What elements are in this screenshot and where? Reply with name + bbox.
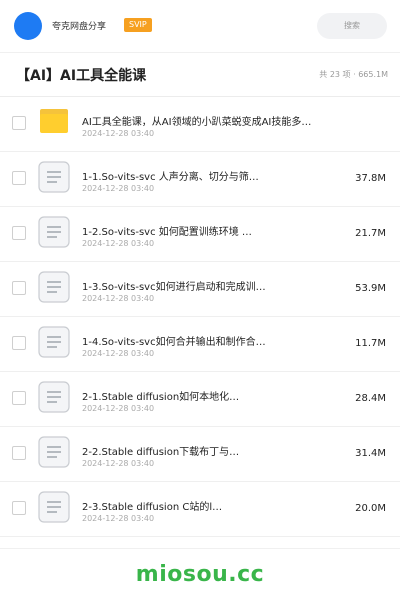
list-item[interactable]: 2-1.Stable diffusion如何本地化… 2024-12-28 03… — [0, 372, 400, 427]
file-date: 2024-12-28 03:40 — [82, 129, 155, 138]
list-item[interactable]: 1-4.So-vits-svc如何合并输出和制作合… 2024-12-28 03… — [0, 317, 400, 372]
watermark: miosou.cc — [135, 562, 265, 587]
document-icon — [38, 491, 70, 523]
select-checkbox[interactable] — [12, 391, 26, 405]
select-checkbox[interactable] — [12, 116, 26, 130]
file-size: 31.4M — [355, 448, 386, 459]
site-name: 夸克网盘分享 — [52, 22, 107, 32]
list-item[interactable]: 1-1.So-vits-svc 人声分离、切分与筛… 2024-12-28 03… — [0, 152, 400, 207]
select-checkbox[interactable] — [12, 446, 26, 460]
footer-divider — [0, 548, 400, 549]
file-size: 28.4M — [355, 393, 386, 404]
file-name: 2-1.Stable diffusion如何本地化… — [82, 392, 240, 403]
list-item[interactable]: AI工具全能课，从AI领域的小趴菜蜕变成AI技能多… 2024-12-28 03… — [0, 97, 400, 152]
file-name: 1-3.So-vits-svc如何进行启动和完成训… — [82, 282, 266, 293]
select-checkbox[interactable] — [12, 501, 26, 515]
list-item[interactable]: 2-3.Stable diffusion C站的l… 2024-12-28 03… — [0, 482, 400, 537]
file-name: 1-1.So-vits-svc 人声分离、切分与筛… — [82, 172, 259, 183]
select-checkbox[interactable] — [12, 226, 26, 240]
document-icon — [38, 271, 70, 303]
document-icon — [38, 216, 70, 248]
file-size: 20.0M — [355, 503, 386, 514]
svip-badge: SVIP — [124, 18, 152, 32]
file-date: 2024-12-28 03:40 — [82, 404, 155, 413]
top-header: 夸克网盘分享 SVIP 搜索 — [0, 0, 400, 53]
document-icon — [38, 326, 70, 358]
document-icon — [38, 436, 70, 468]
document-icon — [38, 381, 70, 413]
file-date: 2024-12-28 03:40 — [82, 514, 155, 523]
select-checkbox[interactable] — [12, 281, 26, 295]
search-button[interactable]: 搜索 — [317, 13, 387, 39]
folder-title-bar: 【AI】AI工具全能课 共 23 项 · 665.1M — [0, 52, 400, 97]
file-name: 1-4.So-vits-svc如何合并输出和制作合… — [82, 337, 266, 348]
document-icon — [38, 161, 70, 193]
file-date: 2024-12-28 03:40 — [82, 349, 155, 358]
file-size: 11.7M — [355, 338, 386, 349]
file-name: AI工具全能课，从AI领域的小趴菜蜕变成AI技能多… — [82, 117, 312, 128]
file-name: 2-3.Stable diffusion C站的l… — [82, 502, 223, 513]
list-item[interactable]: 1-3.So-vits-svc如何进行启动和完成训… 2024-12-28 03… — [0, 262, 400, 317]
file-date: 2024-12-28 03:40 — [82, 239, 155, 248]
file-size: 53.9M — [355, 283, 386, 294]
folder-icon — [40, 109, 68, 133]
folder-summary: 共 23 项 · 665.1M — [319, 70, 388, 79]
file-date: 2024-12-28 03:40 — [82, 459, 155, 468]
file-date: 2024-12-28 03:40 — [82, 294, 155, 303]
file-size: 21.7M — [355, 228, 386, 239]
list-item[interactable]: 1-2.So-vits-svc 如何配置训练环境 … 2024-12-28 03… — [0, 207, 400, 262]
list-item[interactable]: 2-2.Stable diffusion下载布丁与… 2024-12-28 03… — [0, 427, 400, 482]
page-title: 【AI】AI工具全能课 — [16, 68, 147, 84]
avatar[interactable] — [14, 12, 42, 40]
file-name: 2-2.Stable diffusion下载布丁与… — [82, 447, 240, 458]
file-list: AI工具全能课，从AI领域的小趴菜蜕变成AI技能多… 2024-12-28 03… — [0, 97, 400, 537]
select-checkbox[interactable] — [12, 336, 26, 350]
select-checkbox[interactable] — [12, 171, 26, 185]
file-size: 37.8M — [355, 173, 386, 184]
file-name: 1-2.So-vits-svc 如何配置训练环境 … — [82, 227, 252, 238]
file-date: 2024-12-28 03:40 — [82, 184, 155, 193]
